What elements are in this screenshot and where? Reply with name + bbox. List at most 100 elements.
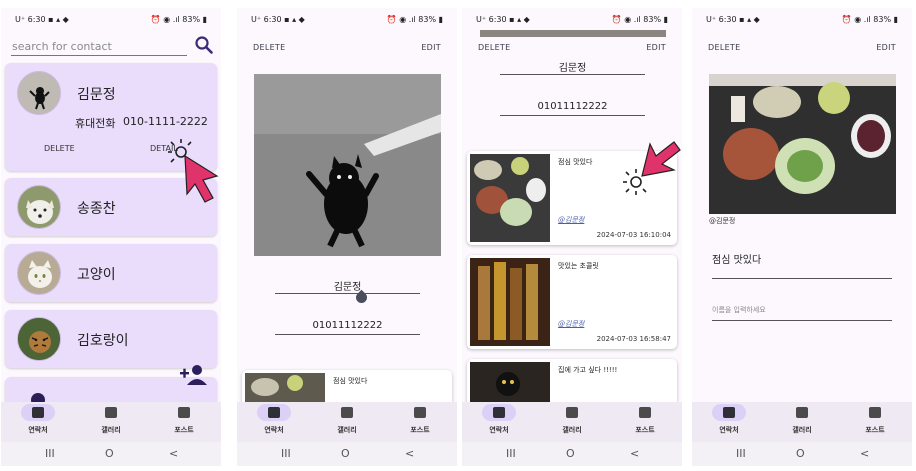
search-input[interactable]: search for contact [11,38,187,56]
tab-posts[interactable]: 포스트 [845,404,905,440]
phone-field-underline [500,115,645,116]
edit-button[interactable]: EDIT [646,43,666,52]
tab-gallery-label: 갤러리 [562,426,582,434]
name-field[interactable]: 김문정 [500,59,645,74]
bottom-nav: 연락처 갤러리 포스트 [1,402,221,442]
tab-contacts[interactable]: 연락처 [469,404,529,440]
name-field-underline [500,74,645,75]
status-time: U⁺ 6:30 ▪ ▴ ◆ [476,15,530,24]
tab-posts[interactable]: 포스트 [615,404,675,440]
back-button[interactable]: < [169,447,178,460]
post-date: 2024-07-03 16:58:47 [596,335,671,343]
posts-icon [178,407,190,418]
contact-card[interactable]: 고양이 [5,244,217,302]
post-author[interactable]: @김문정 [558,319,584,329]
system-nav-bar: III O < [462,442,682,466]
home-button[interactable]: O [341,447,350,460]
post-title: 점심 맛있다 [712,255,762,266]
tab-posts-label: 포스트 [410,426,430,434]
post-author[interactable]: @김문정 [558,215,584,225]
phone-field-underline [275,334,420,335]
status-bar: U⁺ 6:30 ▪ ▴ ◆ ⏰ ◉ .ıl 83% ▮ [462,8,682,30]
home-button[interactable]: O [105,447,114,460]
post-author[interactable]: @김문정 [709,216,735,226]
tab-contacts-label: 연락처 [719,426,739,434]
tab-posts[interactable]: 포스트 [390,404,450,440]
name-field-underline [275,293,420,294]
recent-apps-button[interactable]: III [736,447,746,460]
post-title: 점심 맛있다 [558,158,593,166]
back-button[interactable]: < [630,447,639,460]
status-battery: ⏰ ◉ .ıl 83% ▮ [841,15,898,24]
bottom-nav: 연락처 갤러리 포스트 [237,402,457,442]
tab-posts-label: 포스트 [174,426,194,434]
delete-button[interactable]: DELETE [478,43,510,52]
posts-icon [414,407,426,418]
tab-gallery[interactable]: 갤러리 [81,404,141,440]
contact-card[interactable]: 김호랑이 [5,310,217,368]
recent-apps-button[interactable]: III [506,447,516,460]
comment-input[interactable]: 이름을 입력하세요 [712,303,892,321]
phone-field[interactable]: 01011112222 [275,320,420,331]
status-bar: U⁺ 6:30 ▪ ▴ ◆ ⏰ ◉ .ıl 83% ▮ [1,8,221,30]
recent-apps-button[interactable]: III [281,447,291,460]
tab-posts-label: 포스트 [635,426,655,434]
contacts-screen: U⁺ 6:30 ▪ ▴ ◆ ⏰ ◉ .ıl 83% ▮ search for c… [1,8,221,466]
contacts-icon [32,407,44,418]
status-battery: ⏰ ◉ .ıl 83% ▮ [611,15,668,24]
recent-apps-button[interactable]: III [45,447,55,460]
contact-posts-screen: U⁺ 6:30 ▪ ▴ ◆ ⏰ ◉ .ıl 83% ▮ DELETE EDIT … [462,8,682,466]
status-bar: U⁺ 6:30 ▪ ▴ ◆ ⏰ ◉ .ıl 83% ▮ [237,8,457,30]
system-nav-bar: III O < [237,442,457,466]
post-date: 2024-07-03 16:10:04 [596,231,671,239]
status-battery: ⏰ ◉ .ıl 83% ▮ [150,15,207,24]
post-title-underline [712,278,892,279]
tab-contacts[interactable]: 연락처 [244,404,304,440]
tab-gallery[interactable]: 갤러리 [317,404,377,440]
delete-button[interactable]: DELETE [44,144,75,153]
contact-photo[interactable] [254,74,441,256]
post-card[interactable]: 맛있는 초콜릿 @김문정 2024-07-03 16:58:47 [467,255,677,349]
bottom-nav: 연락처 갤러리 포스트 [462,402,682,442]
home-button[interactable]: O [566,447,575,460]
back-button[interactable]: < [860,447,869,460]
status-time: U⁺ 6:30 ▪ ▴ ◆ [251,15,305,24]
contact-name: 고양이 [77,267,116,283]
post-title: 집에 가고 싶다 !!!!! [558,366,618,374]
search-placeholder: search for contact [12,40,112,53]
contact-name: 김호랑이 [77,333,129,349]
gallery-icon [796,407,808,418]
posts-icon [869,407,881,418]
contacts-icon [723,407,735,418]
edit-button[interactable]: EDIT [876,43,896,52]
gallery-icon [341,407,353,418]
status-bar: U⁺ 6:30 ▪ ▴ ◆ ⏰ ◉ .ıl 83% ▮ [692,8,912,30]
post-detail-screen: U⁺ 6:30 ▪ ▴ ◆ ⏰ ◉ .ıl 83% ▮ DELETE EDIT … [692,8,912,466]
name-field[interactable]: 김문정 [275,278,420,293]
edit-button[interactable]: EDIT [421,43,441,52]
tab-gallery[interactable]: 갤러리 [542,404,602,440]
system-nav-bar: III O < [692,442,912,466]
home-button[interactable]: O [796,447,805,460]
back-button[interactable]: < [405,447,414,460]
posts-icon [639,407,651,418]
phone-number: 010-1111-2222 [123,115,208,128]
tab-contacts[interactable]: 연락처 [699,404,759,440]
tab-posts[interactable]: 포스트 [154,404,214,440]
delete-button[interactable]: DELETE [253,43,285,52]
gallery-icon [566,407,578,418]
search-icon[interactable] [194,35,214,55]
tab-contacts[interactable]: 연락처 [8,404,68,440]
post-title: 맛있는 초콜릿 [558,262,599,270]
tab-gallery-label: 갤러리 [337,426,357,434]
phone-field[interactable]: 01011112222 [500,101,645,112]
tab-gallery[interactable]: 갤러리 [772,404,832,440]
tab-contacts-label: 연락처 [28,426,48,434]
contact-detail-screen: U⁺ 6:30 ▪ ▴ ◆ ⏰ ◉ .ıl 83% ▮ DELETE EDIT … [237,8,457,466]
add-contact-button[interactable] [178,363,208,387]
contact-avatar [17,185,61,229]
status-time: U⁺ 6:30 ▪ ▴ ◆ [15,15,69,24]
post-thumbnail [470,154,550,242]
delete-button[interactable]: DELETE [708,43,740,52]
post-photo[interactable] [709,74,896,214]
